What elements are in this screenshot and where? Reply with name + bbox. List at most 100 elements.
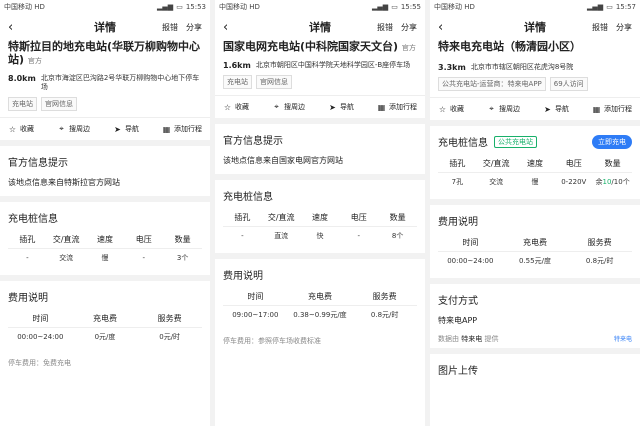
navigate-icon: ➤	[329, 102, 336, 112]
navigate-button[interactable]: ➤ 导航	[543, 104, 569, 114]
address: 北京市市辖区朝阳区花虎沟8号院	[470, 63, 574, 71]
table-row: - 直流快 -8个	[223, 226, 417, 245]
payment-app: 特来电APP	[438, 316, 478, 325]
tag-operator: 公共充电站-运营商：特来电APP	[438, 77, 546, 91]
tip-text: 该地点信息来自特斯拉官方网站	[8, 178, 120, 187]
navigate-icon: ➤	[544, 104, 551, 114]
distance: 8.0km	[8, 74, 36, 83]
distance: 3.3km	[438, 63, 466, 72]
back-icon[interactable]: ‹	[223, 21, 228, 34]
tag-station: 充电站	[223, 75, 252, 89]
battery-icon: ▭	[176, 3, 183, 11]
navigate-button[interactable]: ➤ 导航	[113, 124, 139, 134]
screen-tesla: 中国移动 HD ▂▄▆ ▭ 15:53 ‹ 详情 报错 分享 特斯拉目的地充电站(华联…	[0, 0, 210, 426]
carrier: 中国移动 HD	[219, 3, 260, 11]
tag-visits: 69人访问	[549, 77, 588, 91]
location-icon: ⌖	[274, 102, 279, 111]
nearby-button[interactable]: ⌖ 搜周边	[272, 102, 305, 112]
share-button[interactable]: 分享	[616, 22, 632, 33]
signal-icon: ▂▄▆	[587, 3, 604, 11]
fee-title: 费用说明	[8, 293, 48, 304]
fee-title: 费用说明	[223, 271, 263, 282]
parking-fee: 停车费用：免费充电	[8, 359, 71, 367]
back-icon[interactable]: ‹	[438, 21, 443, 34]
nav-bar: ‹ 详情 报错 分享	[0, 14, 210, 40]
station-name: 特斯拉目的地充电站(华联万柳购物中心站) 官方	[8, 40, 201, 66]
itinerary-button[interactable]: ▦ 添加行程	[377, 102, 417, 112]
tag-station: 充电站	[8, 97, 37, 111]
table-row: 00:00~24:00 0.55元/度 0.8元/时	[438, 251, 632, 270]
distance: 1.6km	[223, 61, 251, 70]
report-button[interactable]: 报错	[377, 22, 393, 33]
station-name: 特来电充电站（畅清园小区）	[438, 40, 581, 53]
location-icon: ⌖	[489, 104, 494, 113]
favorite-button[interactable]: ☆ 收藏	[8, 124, 34, 134]
status-bar: 中国移动 HD ▂▄▆ ▭ 15:57	[430, 0, 640, 14]
itinerary-button[interactable]: ▦ 添加行程	[162, 124, 202, 134]
share-button[interactable]: 分享	[401, 22, 417, 33]
calendar-icon: ▦	[162, 124, 171, 134]
carrier: 中国移动 HD	[4, 3, 45, 11]
time: 15:55	[400, 3, 421, 11]
tip-title: 官方信息提示	[223, 136, 283, 147]
time: 15:53	[185, 3, 206, 11]
time: 15:57	[615, 3, 636, 11]
pile-title: 充电桩信息	[8, 214, 58, 225]
official-label: 官方	[27, 57, 42, 65]
tag-official: 官网信息	[41, 97, 77, 111]
battery-icon: ▭	[391, 3, 398, 11]
share-button[interactable]: 分享	[186, 22, 202, 33]
star-icon: ☆	[438, 104, 447, 114]
pile-title: 充电桩信息	[438, 138, 488, 149]
navigate-icon: ➤	[114, 124, 121, 134]
favorite-button[interactable]: ☆ 收藏	[438, 104, 464, 114]
tip-title: 官方信息提示	[8, 158, 68, 169]
back-icon[interactable]: ‹	[8, 21, 13, 34]
carrier: 中国移动 HD	[434, 3, 475, 11]
nav-bar: ‹ 详情 报错 分享	[215, 14, 425, 40]
nav-bar: ‹ 详情 报错 分享	[430, 14, 640, 40]
address: 北京市朝阳区中国科学院天地科学园区-B座停车场	[255, 61, 411, 69]
signal-icon: ▂▄▆	[157, 3, 174, 11]
fee-table: 时间 充电费 服务费 00:00~24:00 0元/度 0元/时	[8, 310, 202, 346]
screen-teld: 中国移动 HD ▂▄▆ ▭ 15:57 ‹ 详情 报错 分享 特来电充电站（畅清园小区…	[430, 0, 640, 426]
tip-text: 该地点信息来自国家电网官方网站	[223, 156, 343, 165]
calendar-icon: ▦	[592, 104, 601, 114]
report-button[interactable]: 报错	[592, 22, 608, 33]
star-icon: ☆	[8, 124, 17, 134]
available-count: 余10/10个	[593, 172, 632, 191]
action-bar: ☆ 收藏 ⌖ 搜周边 ➤ 导航 ▦ 添加行程	[430, 97, 640, 120]
fee-table: 时间 充电费 服务费 09:00~17:00 0.38~0.99元/度 0.8元/时	[223, 288, 417, 324]
pile-table: 插孔 交/直流 速度 电压 数量 7孔 交流慢 0-220V 余10/10个	[438, 155, 632, 191]
table-row: 7孔 交流慢 0-220V 余10/10个	[438, 172, 632, 191]
signal-icon: ▂▄▆	[372, 3, 389, 11]
favorite-button[interactable]: ☆ 收藏	[223, 102, 249, 112]
report-button[interactable]: 报错	[162, 22, 178, 33]
screen-state-grid: 中国移动 HD ▂▄▆ ▭ 15:55 ‹ 详情 报错 分享 国家电网充电站(中科院国…	[215, 0, 425, 426]
status-bar: 中国移动 HD ▂▄▆ ▭ 15:55	[215, 0, 425, 14]
battery-icon: ▭	[606, 3, 613, 11]
navigate-button[interactable]: ➤ 导航	[328, 102, 354, 112]
official-label: 官方	[401, 44, 416, 52]
status-bar: 中国移动 HD ▂▄▆ ▭ 15:53	[0, 0, 210, 14]
photo-upload-title: 图片上传	[438, 366, 478, 377]
teld-logo: 特来电	[613, 336, 632, 343]
address: 北京市海淀区巴沟路2号华联万柳购物中心地下停车场	[40, 74, 200, 91]
fee-table: 时间 充电费 服务费 00:00~24:00 0.55元/度 0.8元/时	[438, 234, 632, 270]
table-row: 00:00~24:00 0元/度 0元/时	[8, 327, 202, 346]
pile-table: 插孔 交/直流 速度 电压 数量 - 交流慢 -3个	[8, 231, 202, 267]
itinerary-button[interactable]: ▦ 添加行程	[592, 104, 632, 114]
fee-title: 费用说明	[438, 217, 478, 228]
table-row: 09:00~17:00 0.38~0.99元/度 0.8元/时	[223, 305, 417, 324]
action-bar: ☆ 收藏 ⌖ 搜周边 ➤ 导航 ▦ 添加行程	[215, 95, 425, 118]
charge-now-button[interactable]: 立即充电	[592, 134, 632, 149]
station-name: 国家电网充电站(中科院国家天文台) 官方	[223, 40, 416, 53]
nearby-button[interactable]: ⌖ 搜周边	[487, 104, 520, 114]
nearby-button[interactable]: ⌖ 搜周边	[57, 124, 90, 134]
pile-title: 充电桩信息	[223, 192, 273, 203]
action-bar: ☆ 收藏 ⌖ 搜周边 ➤ 导航 ▦ 添加行程	[0, 117, 210, 140]
data-source: 数据由 特来电 提供 特来电	[438, 335, 632, 343]
pile-table: 插孔 交/直流 速度 电压 数量 - 直流快 -8个	[223, 209, 417, 245]
payment-title: 支付方式	[438, 296, 478, 307]
calendar-icon: ▦	[377, 102, 386, 112]
